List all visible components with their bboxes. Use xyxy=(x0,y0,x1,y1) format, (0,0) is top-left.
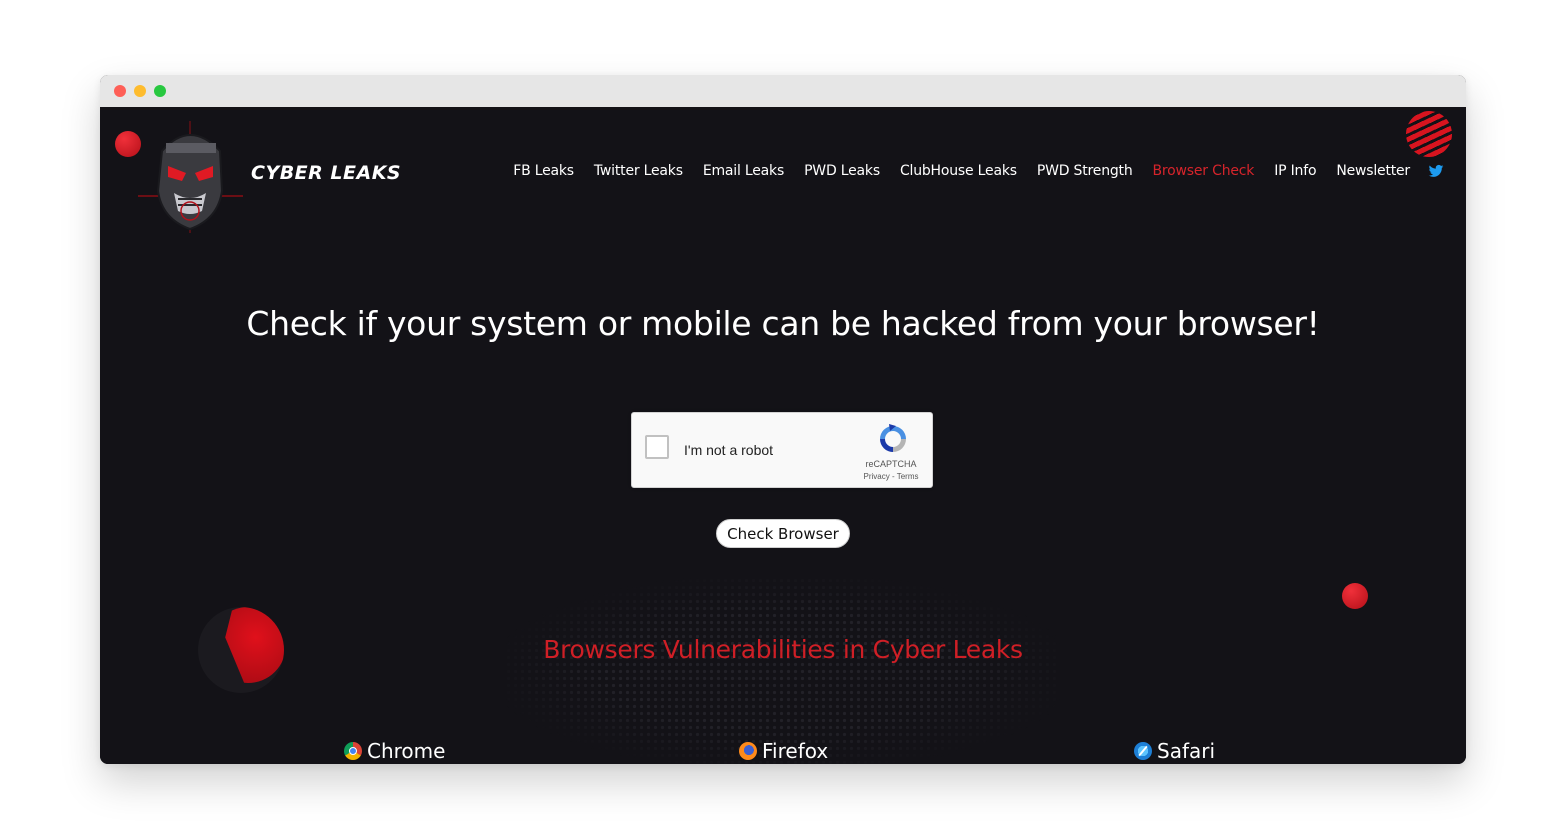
hacker-mask-logo-icon[interactable] xyxy=(138,121,243,233)
browser-item-chrome[interactable]: Chrome xyxy=(344,739,445,763)
nav-item-pwd-strength[interactable]: PWD Strength xyxy=(1037,163,1133,179)
world-map-background xyxy=(505,577,1060,764)
nav-item-pwd-leaks[interactable]: PWD Leaks xyxy=(804,163,880,179)
recaptcha-checkbox[interactable] xyxy=(645,435,669,459)
browser-item-firefox[interactable]: Firefox xyxy=(739,739,828,763)
recaptcha-logo-icon xyxy=(880,424,906,452)
nav-item-fb-leaks[interactable]: FB Leaks xyxy=(513,163,574,179)
maximize-window-button[interactable] xyxy=(154,85,166,97)
nav-item-email-leaks[interactable]: Email Leaks xyxy=(703,163,784,179)
close-window-button[interactable] xyxy=(114,85,126,97)
decorative-striped-ball xyxy=(1406,111,1452,157)
browser-label-chrome: Chrome xyxy=(367,739,446,763)
recaptcha-label: I'm not a robot xyxy=(684,442,774,458)
browser-window: CYBER LEAKS FB Leaks Twitter Leaks Email… xyxy=(100,75,1466,764)
vulnerabilities-title: Browsers Vulnerabilities in Cyber Leaks xyxy=(543,635,1023,664)
nav-item-browser-check[interactable]: Browser Check xyxy=(1153,163,1255,179)
browser-item-safari[interactable]: Safari xyxy=(1134,739,1215,763)
check-browser-button[interactable]: Check Browser xyxy=(716,519,850,548)
recaptcha-brand: reCAPTCHA xyxy=(865,459,917,469)
brand-name[interactable]: CYBER LEAKS xyxy=(251,162,401,184)
recaptcha-links[interactable]: Privacy - Terms xyxy=(856,472,926,481)
page-title: Check if your system or mobile can be ha… xyxy=(246,304,1320,343)
page-content: CYBER LEAKS FB Leaks Twitter Leaks Email… xyxy=(100,107,1466,764)
firefox-icon xyxy=(739,742,757,760)
nav-item-ip-info[interactable]: IP Info xyxy=(1274,163,1316,179)
window-titlebar xyxy=(100,75,1466,107)
safari-icon xyxy=(1134,742,1152,760)
minimize-window-button[interactable] xyxy=(134,85,146,97)
nav-item-newsletter[interactable]: Newsletter xyxy=(1336,163,1410,179)
nav-item-twitter-leaks[interactable]: Twitter Leaks xyxy=(594,163,683,179)
nav-item-clubhouse-leaks[interactable]: ClubHouse Leaks xyxy=(900,163,1017,179)
recaptcha-widget: I'm not a robot reCAPTCHA Privacy - Term… xyxy=(631,412,933,488)
chrome-icon xyxy=(344,742,362,760)
decorative-red-dot-right xyxy=(1342,583,1368,609)
main-nav: FB Leaks Twitter Leaks Email Leaks PWD L… xyxy=(493,163,1444,179)
twitter-icon[interactable] xyxy=(1428,163,1444,179)
browser-label-safari: Safari xyxy=(1157,739,1216,763)
browser-label-firefox: Firefox xyxy=(762,739,829,763)
